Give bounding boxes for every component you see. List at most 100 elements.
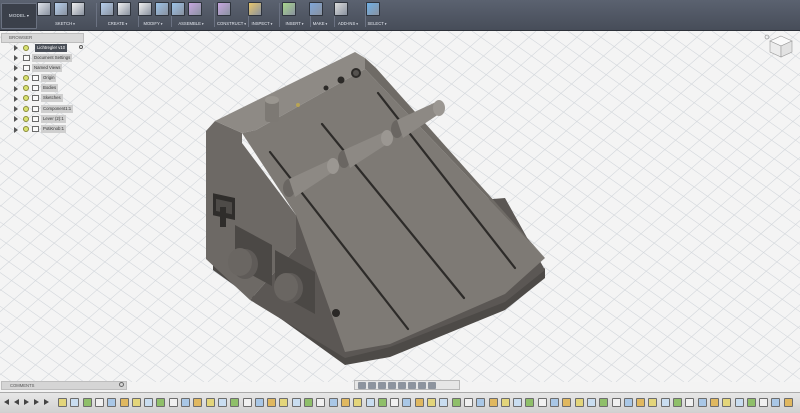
timeline-feature-icon[interactable] (771, 398, 781, 407)
timeline-feature-icon[interactable] (611, 398, 621, 407)
visibility-bulb-icon[interactable] (23, 95, 29, 102)
visibility-bulb-icon[interactable] (23, 85, 29, 92)
browser-item[interactable]: Sketches (1, 94, 83, 104)
browser-item[interactable]: Origin (1, 74, 83, 84)
browser-header[interactable]: BROWSER (1, 33, 84, 43)
look-at-icon[interactable] (368, 382, 376, 389)
browser-item[interactable]: Component1:1 (1, 104, 83, 114)
visibility-bulb-icon[interactable] (23, 44, 29, 51)
play-icon[interactable] (24, 399, 29, 405)
timeline-feature-icon[interactable] (94, 398, 104, 407)
expand-arrow-icon[interactable] (14, 75, 18, 82)
toolbar-group-select[interactable]: SELECT (366, 2, 388, 28)
timeline-feature-icon[interactable] (217, 398, 227, 407)
toolbar-group-add-ins[interactable]: ADD-INS (334, 2, 362, 28)
browser-item[interactable]: Document Settings (1, 53, 83, 63)
timeline-feature-icon[interactable] (439, 398, 449, 407)
plane-icon[interactable] (217, 2, 231, 16)
timeline-feature-icon[interactable] (562, 398, 572, 407)
timeline-feature-icon[interactable] (697, 398, 707, 407)
box-icon[interactable] (100, 2, 114, 16)
timeline-feature-icon[interactable] (525, 398, 535, 407)
timeline-feature-icon[interactable] (599, 398, 609, 407)
component-icon[interactable] (188, 2, 202, 16)
toolbar-group-modify[interactable]: MODIFY (138, 2, 169, 28)
fit-icon[interactable] (398, 382, 406, 389)
timeline-feature-icon[interactable] (746, 398, 756, 407)
browser-item[interactable]: Bodies (1, 84, 83, 94)
rewind-icon[interactable] (4, 399, 9, 405)
timeline-feature-icon[interactable] (377, 398, 387, 407)
view-cube[interactable] (764, 33, 798, 59)
timeline-feature-icon[interactable] (623, 398, 633, 407)
timeline-feature-icon[interactable] (574, 398, 584, 407)
timeline-feature-icon[interactable] (709, 398, 719, 407)
timeline-feature-icon[interactable] (759, 398, 769, 407)
expand-arrow-icon[interactable] (14, 95, 18, 102)
sphere-icon[interactable] (117, 2, 131, 16)
browser-item[interactable]: PotiKnob:1 (1, 125, 83, 135)
timeline-feature-icon[interactable] (70, 398, 80, 407)
timeline-feature-icon[interactable] (181, 398, 190, 407)
timeline-feature-icon[interactable] (414, 398, 424, 407)
expand-arrow-icon[interactable] (14, 106, 18, 113)
grid-settings-icon[interactable] (418, 382, 426, 389)
timeline-feature-icon[interactable] (156, 398, 166, 407)
select-arrow-icon[interactable] (366, 2, 380, 16)
toolbar-group-inspect[interactable]: INSPECT (248, 2, 276, 28)
comments-panel[interactable]: COMMENTS (1, 381, 127, 390)
timeline-feature-icon[interactable] (365, 398, 375, 407)
timeline-feature-icon[interactable] (673, 398, 682, 407)
browser-item[interactable]: Named Views (1, 63, 83, 73)
display-settings-icon[interactable] (408, 382, 416, 389)
timeline-feature-icon[interactable] (390, 398, 400, 407)
timeline-feature-icon[interactable] (427, 398, 436, 407)
timeline-feature-icon[interactable] (636, 398, 646, 407)
viewport-canvas[interactable] (0, 31, 800, 382)
timeline-feature-icon[interactable] (340, 398, 350, 407)
timeline-feature-icon[interactable] (58, 398, 67, 407)
timeline-feature-icon[interactable] (168, 398, 178, 407)
timeline-feature-icon[interactable] (144, 398, 154, 407)
timeline-feature-icon[interactable] (328, 398, 338, 407)
timeline-feature-icon[interactable] (660, 398, 670, 407)
measure-icon[interactable] (248, 2, 262, 16)
expand-arrow-icon[interactable] (14, 55, 18, 62)
toolbar-group-make[interactable]: MAKE (309, 2, 331, 28)
timeline-feature-icon[interactable] (550, 398, 559, 407)
timeline-feature-icon[interactable] (205, 398, 215, 407)
step-back-icon[interactable] (14, 399, 19, 405)
timeline-feature-icon[interactable] (476, 398, 486, 407)
toolbar-group-sketch[interactable]: SKETCH (37, 2, 93, 28)
arc-icon[interactable] (54, 2, 68, 16)
timeline-feature-icon[interactable] (586, 398, 596, 407)
timeline-feature-icon[interactable] (537, 398, 547, 407)
orbit-icon[interactable] (358, 382, 366, 389)
sketch-pencil-icon[interactable] (37, 2, 51, 16)
pan-icon[interactable] (378, 382, 386, 389)
visibility-bulb-icon[interactable] (23, 105, 29, 112)
browser-root-item[interactable]: Lichtregler v10 (1, 43, 83, 53)
timeline-feature-icon[interactable] (267, 398, 277, 407)
timeline-feature-icon[interactable] (279, 398, 289, 407)
timeline-feature-icon[interactable] (316, 398, 326, 407)
zoom-icon[interactable] (388, 382, 396, 389)
timeline-feature-icon[interactable] (451, 398, 461, 407)
timeline-feature-icon[interactable] (722, 398, 732, 407)
workspace-switcher[interactable]: MODEL (1, 3, 37, 29)
expand-arrow-icon[interactable] (14, 85, 18, 92)
step-forward-icon[interactable] (34, 399, 39, 405)
expand-arrow-icon[interactable] (14, 126, 18, 133)
activate-dot-icon[interactable] (79, 45, 83, 49)
timeline-feature-icon[interactable] (463, 398, 473, 407)
timeline-feature-icon[interactable] (488, 398, 498, 407)
insert-image-icon[interactable] (282, 2, 296, 16)
timeline-feature-icon[interactable] (783, 398, 793, 407)
timeline-feature-icon[interactable] (131, 398, 141, 407)
expand-arrow-icon[interactable] (14, 45, 18, 51)
timeline-feature-icon[interactable] (402, 398, 412, 407)
timeline-feature-icon[interactable] (242, 398, 252, 407)
rectangle-icon[interactable] (71, 2, 85, 16)
visibility-bulb-icon[interactable] (23, 126, 29, 132)
timeline-feature-icon[interactable] (230, 398, 240, 407)
